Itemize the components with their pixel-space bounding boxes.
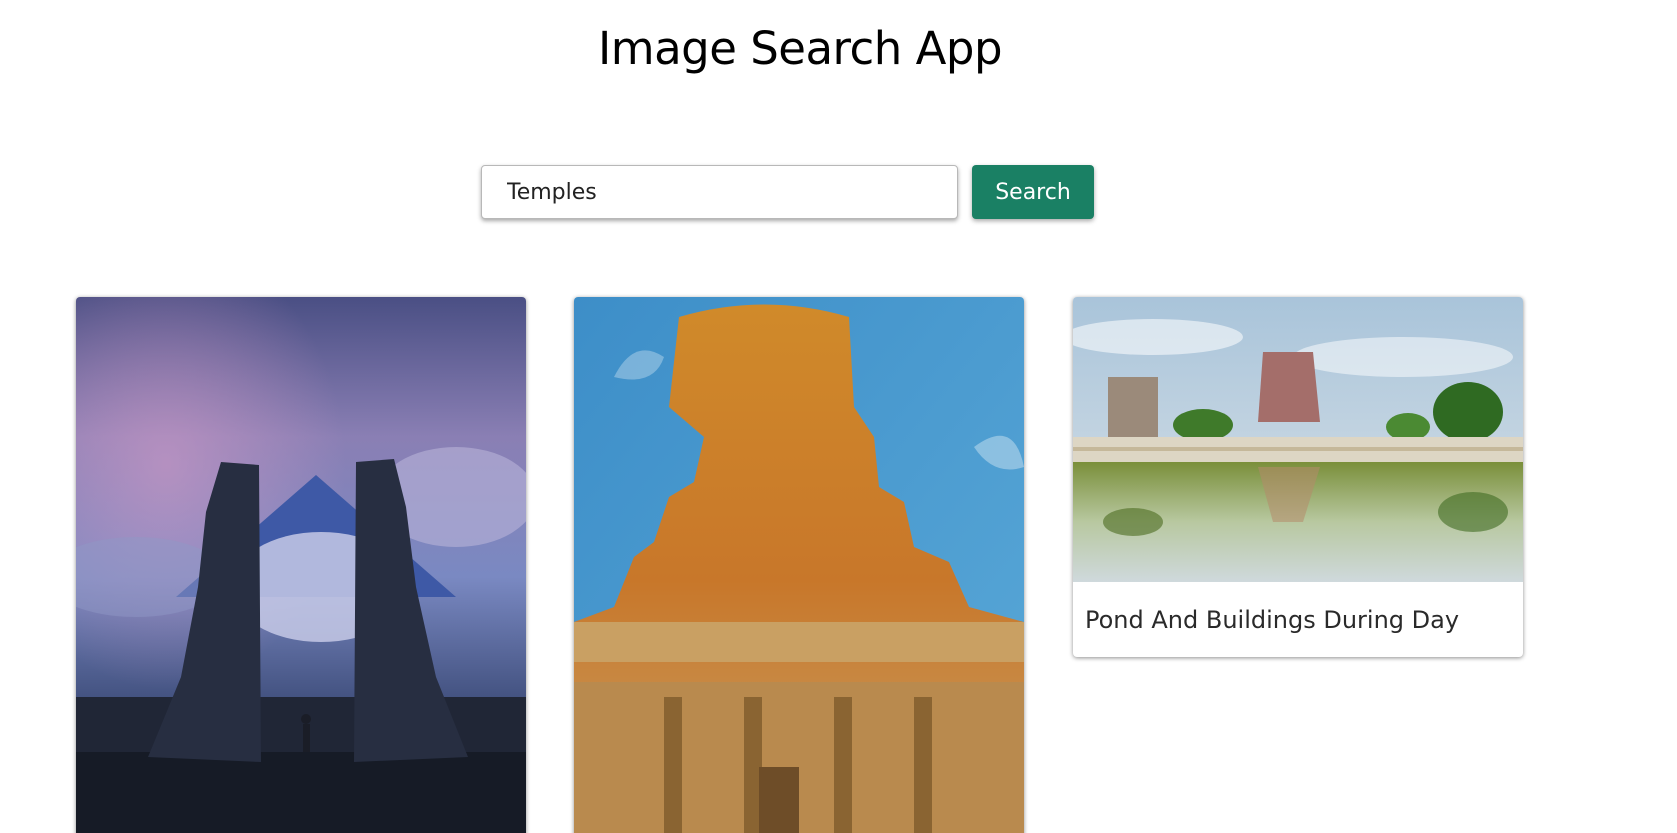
- search-button[interactable]: Search: [972, 165, 1094, 219]
- result-caption: Pond And Buildings During Day: [1085, 605, 1460, 634]
- result-image[interactable]: [574, 297, 1024, 833]
- result-image[interactable]: [76, 297, 526, 833]
- search-input[interactable]: [481, 165, 958, 219]
- result-card[interactable]: Pond And Buildings During Day: [1073, 297, 1523, 657]
- search-bar: Search: [481, 165, 1094, 219]
- page-title: Image Search App: [597, 22, 1003, 75]
- page: Image Search App Search: [0, 0, 1677, 833]
- result-image[interactable]: [1073, 297, 1523, 582]
- result-card[interactable]: [574, 297, 1024, 833]
- result-card[interactable]: [76, 297, 526, 833]
